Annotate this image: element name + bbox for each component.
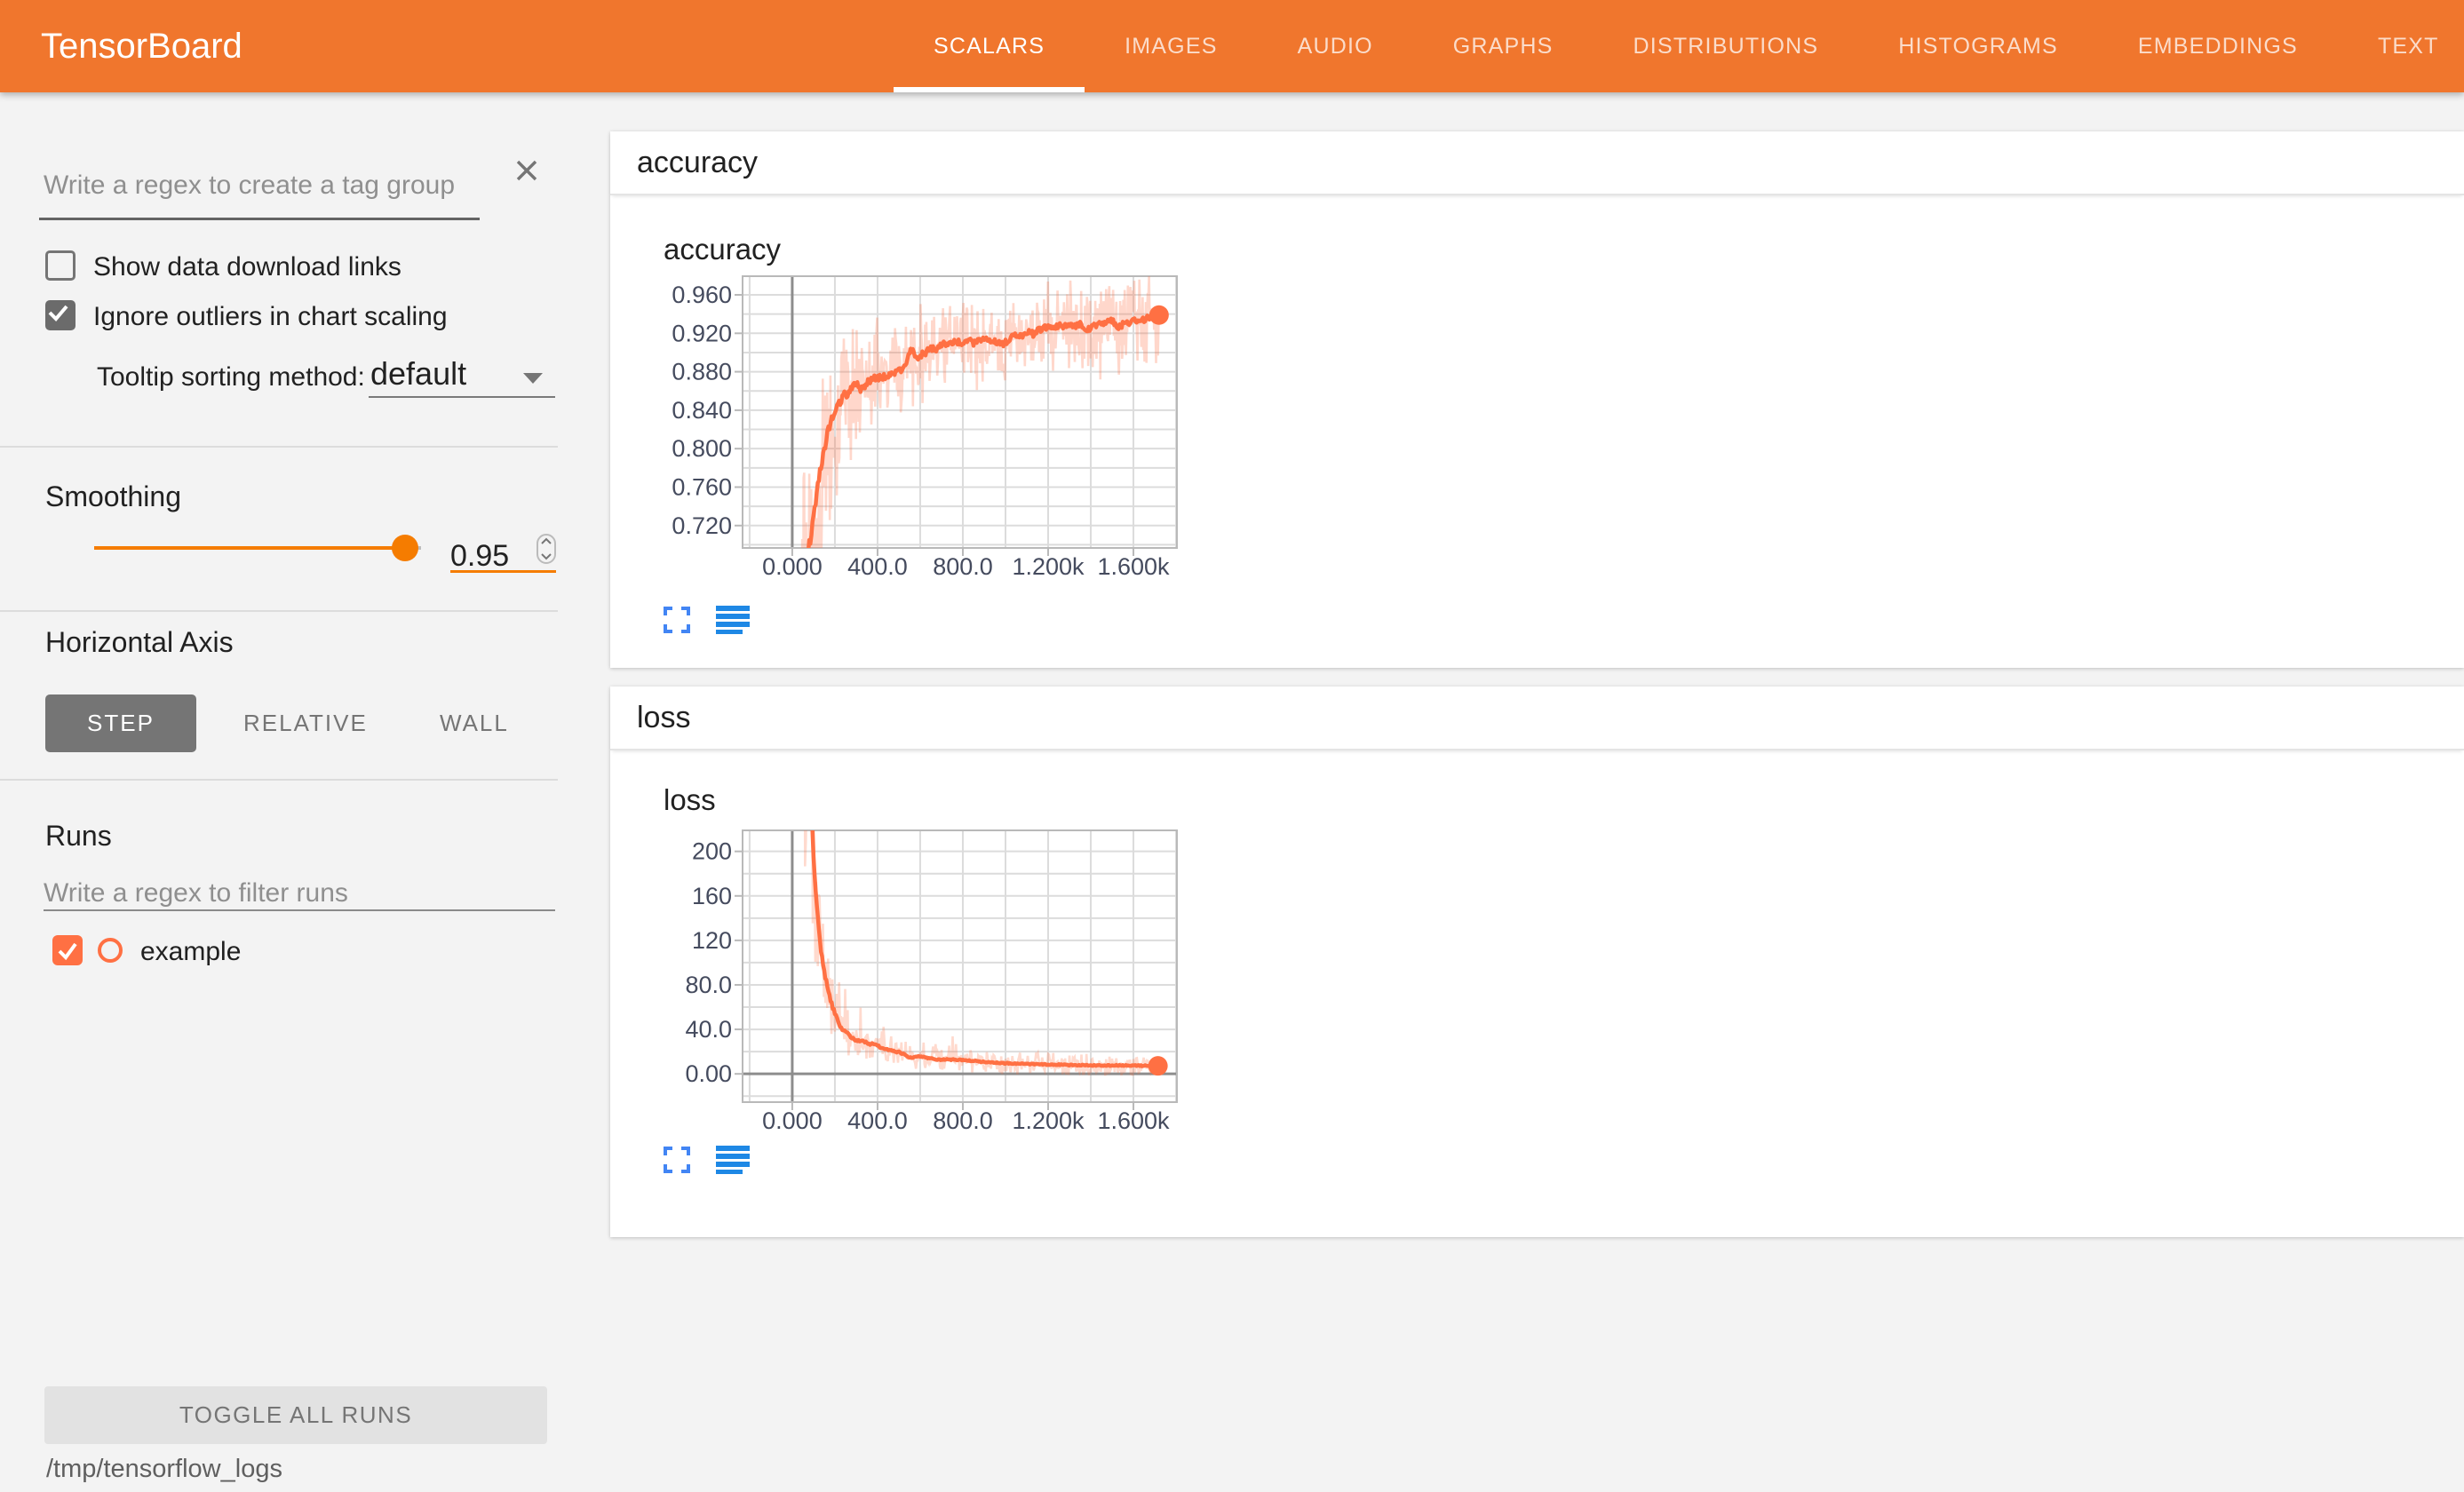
tag-group-card-accuracy: accuracy accuracy 0.000400.0800.01.200k1… bbox=[610, 131, 2464, 668]
smoothing-slider-track[interactable] bbox=[94, 546, 405, 550]
run-selector-icon[interactable] bbox=[716, 606, 750, 634]
svg-text:0.000: 0.000 bbox=[762, 1107, 823, 1134]
svg-text:1.600k: 1.600k bbox=[1097, 1107, 1170, 1134]
tag-group-card-loss: loss loss 0.000400.0800.01.200k1.600k200… bbox=[610, 686, 2464, 1237]
app-header: TensorBoard SCALARSIMAGESAUDIOGRAPHSDIST… bbox=[0, 0, 2464, 92]
svg-text:0.720: 0.720 bbox=[672, 512, 732, 539]
active-tab-underline bbox=[894, 87, 1085, 92]
axis-step-button[interactable]: STEP bbox=[45, 694, 196, 752]
svg-text:1.600k: 1.600k bbox=[1097, 553, 1170, 580]
loss-chart[interactable]: 0.000 400.0 800.0 1.200k 1.600k 200 160 120 80.0… bbox=[648, 812, 1235, 1167]
expand-chart-icon[interactable] bbox=[663, 1146, 691, 1174]
svg-text:0.760: 0.760 bbox=[672, 473, 732, 500]
tag-group-title: loss bbox=[637, 701, 690, 735]
svg-text:1.200k: 1.200k bbox=[1012, 553, 1085, 580]
tab-histograms[interactable]: HISTOGRAMS bbox=[1858, 0, 2098, 92]
nav-tabs: SCALARSIMAGESAUDIOGRAPHSDISTRIBUTIONSHIS… bbox=[894, 0, 2464, 92]
tag-filter-underline bbox=[39, 218, 480, 220]
tag-filter-input[interactable]: Write a regex to create a tag group bbox=[44, 171, 455, 201]
tab-embeddings[interactable]: EMBEDDINGS bbox=[2098, 0, 2338, 92]
svg-text:400.0: 400.0 bbox=[847, 553, 908, 580]
dropdown-underline bbox=[369, 396, 555, 398]
accuracy-chart[interactable]: 0.000 400.0 800.0 1.200k 1.600k 0.960 0.920 0.8… bbox=[648, 258, 1235, 613]
divider bbox=[0, 779, 558, 781]
tensorboard-app: TensorBoard SCALARSIMAGESAUDIOGRAPHSDIST… bbox=[0, 0, 2464, 1492]
run-color-swatch bbox=[98, 938, 123, 963]
runs-filter-input[interactable]: Write a regex to filter runs bbox=[44, 878, 348, 909]
runs-filter-underline bbox=[44, 909, 555, 911]
svg-text:120: 120 bbox=[692, 927, 732, 954]
smoothing-value-underline bbox=[450, 570, 556, 573]
show-download-links-label[interactable]: Show data download links bbox=[93, 252, 401, 282]
horizontal-axis-label: Horizontal Axis bbox=[45, 626, 234, 659]
smoothing-label: Smoothing bbox=[45, 480, 181, 513]
ignore-outliers-checkbox[interactable] bbox=[45, 300, 76, 330]
chart-actions bbox=[663, 606, 750, 634]
axis-relative-button[interactable]: RELATIVE bbox=[243, 694, 368, 752]
expand-chart-icon[interactable] bbox=[663, 606, 691, 634]
smoothing-slider-handle[interactable] bbox=[392, 535, 418, 561]
divider bbox=[0, 446, 558, 448]
tab-audio[interactable]: AUDIO bbox=[1258, 0, 1413, 92]
smoothing-stepper[interactable] bbox=[537, 534, 556, 564]
tab-distributions[interactable]: DISTRIBUTIONS bbox=[1594, 0, 1859, 92]
tooltip-sort-dropdown[interactable]: default bbox=[370, 355, 466, 393]
run-label[interactable]: example bbox=[140, 937, 241, 967]
svg-text:0.800: 0.800 bbox=[672, 435, 732, 462]
svg-text:200: 200 bbox=[692, 838, 732, 865]
tab-graphs[interactable]: GRAPHS bbox=[1413, 0, 1594, 92]
tab-scalars[interactable]: SCALARS bbox=[894, 0, 1085, 92]
run-selector-icon[interactable] bbox=[716, 1146, 750, 1174]
svg-text:800.0: 800.0 bbox=[933, 1107, 993, 1134]
svg-text:40.0: 40.0 bbox=[685, 1016, 732, 1043]
svg-text:0.920: 0.920 bbox=[672, 320, 732, 346]
log-directory-path: /tmp/tensorflow_logs bbox=[46, 1455, 282, 1484]
tag-group-header[interactable]: accuracy bbox=[610, 131, 2464, 195]
svg-text:0.00: 0.00 bbox=[685, 1060, 732, 1087]
ignore-outliers-label[interactable]: Ignore outliers in chart scaling bbox=[93, 302, 448, 332]
svg-text:0.000: 0.000 bbox=[762, 553, 823, 580]
svg-text:800.0: 800.0 bbox=[933, 553, 993, 580]
tab-images[interactable]: IMAGES bbox=[1085, 0, 1257, 92]
svg-text:0.880: 0.880 bbox=[672, 359, 732, 385]
tag-group-header[interactable]: loss bbox=[610, 686, 2464, 750]
tooltip-sort-label: Tooltip sorting method: bbox=[97, 362, 365, 393]
smoothing-value-input[interactable]: 0.95 bbox=[450, 539, 509, 574]
runs-section-label: Runs bbox=[45, 820, 112, 853]
show-download-links-checkbox[interactable] bbox=[45, 250, 76, 281]
divider bbox=[0, 610, 558, 612]
run-checkbox-example[interactable] bbox=[52, 935, 83, 965]
svg-text:1.200k: 1.200k bbox=[1012, 1107, 1085, 1134]
tab-text[interactable]: TEXT bbox=[2338, 0, 2464, 92]
svg-text:80.0: 80.0 bbox=[685, 972, 732, 998]
chart-actions bbox=[663, 1146, 750, 1174]
svg-text:0.960: 0.960 bbox=[672, 282, 732, 308]
tag-group-title: accuracy bbox=[637, 146, 758, 180]
svg-text:400.0: 400.0 bbox=[847, 1107, 908, 1134]
dropdown-arrow-icon[interactable] bbox=[523, 373, 543, 384]
svg-text:160: 160 bbox=[692, 883, 732, 909]
app-title: TensorBoard bbox=[41, 0, 242, 92]
axis-wall-button[interactable]: WALL bbox=[440, 694, 509, 752]
toggle-all-runs-button[interactable]: TOGGLE ALL RUNS bbox=[44, 1386, 547, 1444]
svg-text:0.840: 0.840 bbox=[672, 397, 732, 424]
clear-tag-filter-icon[interactable] bbox=[513, 157, 540, 184]
